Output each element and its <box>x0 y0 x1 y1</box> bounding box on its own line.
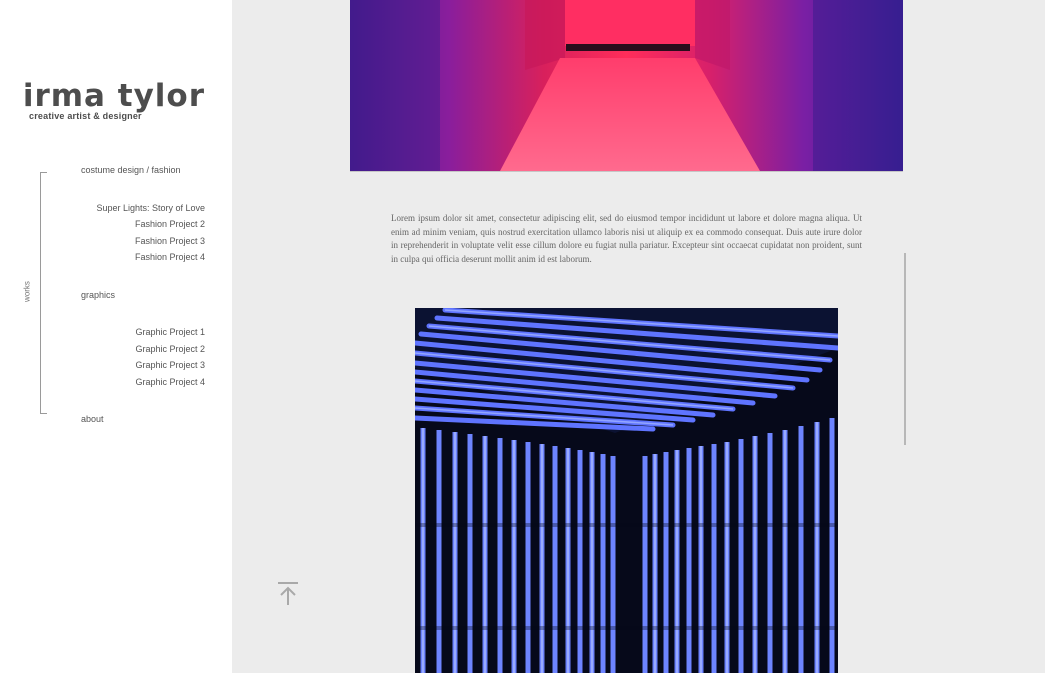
nav-item-fashion-project-3[interactable]: Fashion Project 3 <box>135 236 205 246</box>
nav-item-fashion-project-2[interactable]: Fashion Project 2 <box>135 219 205 229</box>
neon-tubes-image <box>415 308 838 673</box>
site-tagline: creative artist & designer <box>29 111 142 121</box>
sidebar: irma tylor creative artist & designer wo… <box>0 0 232 673</box>
nav-item-graphic-project-4[interactable]: Graphic Project 4 <box>135 377 205 387</box>
nav-item-graphic-project-2[interactable]: Graphic Project 2 <box>135 344 205 354</box>
hero-image <box>350 0 903 172</box>
nav-section-fashion[interactable]: costume design / fashion <box>81 165 181 175</box>
nav-item-super-lights[interactable]: Super Lights: Story of Love <box>96 203 205 213</box>
works-label: works <box>22 281 32 302</box>
back-to-top-button[interactable] <box>276 580 300 606</box>
nav-item-fashion-project-4[interactable]: Fashion Project 4 <box>135 252 205 262</box>
nav-item-graphic-project-1[interactable]: Graphic Project 1 <box>135 327 205 337</box>
scrollbar[interactable] <box>904 253 906 445</box>
body-paragraph: Lorem ipsum dolor sit amet, consectetur … <box>391 213 862 264</box>
site-logo-name[interactable]: irma tylor <box>23 78 205 114</box>
nav-item-graphic-project-3[interactable]: Graphic Project 3 <box>135 360 205 370</box>
works-bracket <box>40 172 47 414</box>
nav-section-graphics[interactable]: graphics <box>81 290 115 300</box>
arrow-up-to-line-icon <box>278 582 298 605</box>
nav-about[interactable]: about <box>81 414 104 424</box>
